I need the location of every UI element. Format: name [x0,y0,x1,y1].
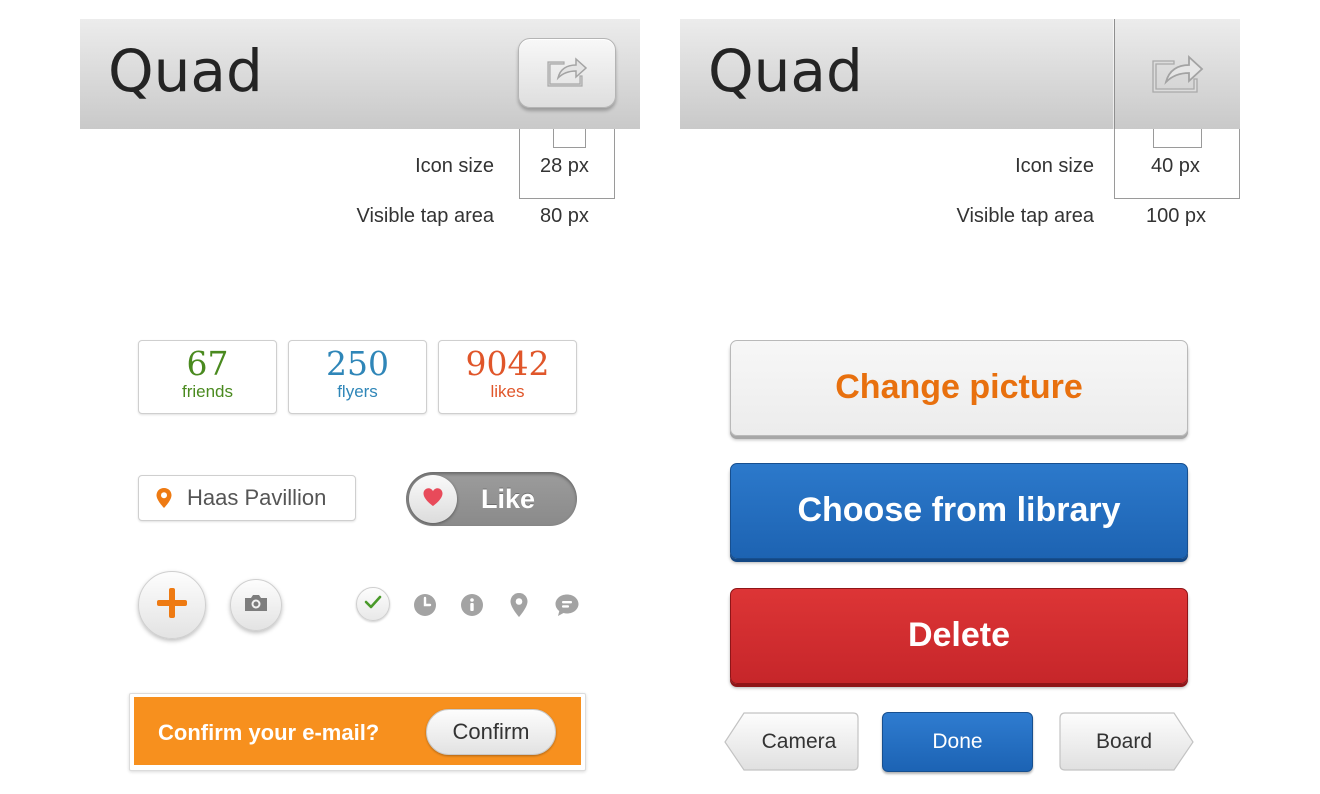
stat-number: 9042 [465,344,550,383]
change-picture-button[interactable]: Change picture [730,340,1188,436]
clock-icon[interactable] [413,593,437,617]
camera-button[interactable] [230,579,282,631]
like-label: Like [481,484,536,514]
forward-label: Board [1095,730,1153,753]
toggle-knob[interactable] [409,475,457,523]
choose-from-library-button[interactable]: Choose from library [730,463,1188,559]
heart-icon [422,487,444,512]
chat-icon[interactable] [554,593,580,617]
banner-background: Confirm your e-mail? Confirm [134,697,581,765]
tap-area-label: Visible tap area [956,205,1095,227]
icon-size-label: Icon size [415,155,494,177]
icon-size-guide [553,129,586,148]
app-title: Quad [708,37,863,105]
stat-number: 250 [326,344,389,383]
share-icon [1148,48,1208,101]
plus-icon [155,586,189,625]
confirm-email-banner: Confirm your e-mail? Confirm [129,693,586,771]
check-icon [364,595,382,614]
location-name: Haas Pavillion [187,485,327,510]
tap-area-label: Visible tap area [356,205,495,227]
stat-flyers[interactable]: 250 flyers [288,340,427,414]
info-icon[interactable] [460,593,484,617]
map-pin-icon[interactable] [508,592,530,618]
tap-area-value: 100 px [1146,205,1207,227]
icon-size-value: 28 px [540,155,589,177]
app-title: Quad [108,37,263,105]
map-pin-icon [155,487,173,509]
back-label: Camera [761,730,837,753]
icon-size-label: Icon size [1015,155,1094,177]
check-button[interactable] [356,587,390,621]
stat-label: likes [490,382,525,401]
stat-likes[interactable]: 9042 likes [438,340,577,414]
navbar-left: Quad [80,19,640,129]
share-icon [544,52,590,95]
stat-number: 67 [186,344,229,383]
back-button[interactable]: Camera [724,712,860,772]
banner-message: Confirm your e-mail? [158,720,380,745]
done-button[interactable]: Done [882,712,1033,772]
location-chip[interactable]: Haas Pavillion [138,475,356,521]
share-button[interactable] [1114,19,1240,129]
camera-icon [243,593,269,618]
tap-area-value: 80 px [540,205,589,227]
add-button[interactable] [138,571,206,639]
stat-friends[interactable]: 67 friends [138,340,277,414]
share-button[interactable] [518,38,616,108]
stat-label: flyers [337,382,378,401]
forward-button[interactable]: Board [1058,712,1194,772]
like-toggle[interactable]: Like [406,472,577,526]
icon-size-value: 40 px [1151,155,1200,177]
stat-label: friends [181,382,234,401]
delete-button[interactable]: Delete [730,588,1188,684]
confirm-button[interactable]: Confirm [426,709,556,755]
icon-size-guide [1153,129,1202,148]
navbar-right: Quad [680,19,1240,129]
